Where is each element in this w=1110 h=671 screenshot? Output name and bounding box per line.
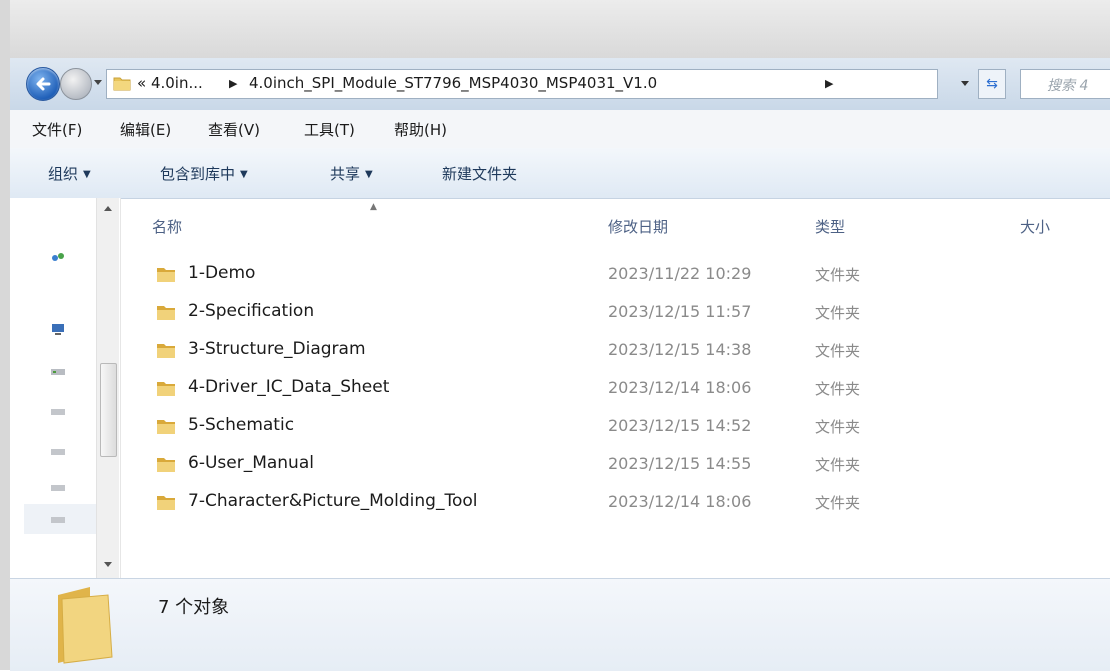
- column-header: ▲ 名称 修改日期 类型 大小: [120, 198, 1110, 250]
- arrow-left-icon: [36, 77, 51, 91]
- file-name: 6-User_Manual: [188, 453, 314, 473]
- folder-icon: [157, 382, 175, 396]
- item-count: 7 个对象: [158, 597, 230, 618]
- breadcrumb-current[interactable]: 4.0inch_SPI_Module_ST7796_MSP4030_MSP403…: [249, 74, 657, 92]
- include-in-library-button[interactable]: 包含到库中 ▼: [160, 163, 248, 184]
- file-modified-date: 2023/12/15 14:55: [608, 454, 752, 473]
- address-history-dropdown[interactable]: [956, 72, 974, 94]
- breadcrumb-parent[interactable]: « 4.0in...: [137, 74, 203, 92]
- chevron-down-icon: ▼: [240, 169, 248, 180]
- drive-icon[interactable]: [50, 444, 66, 458]
- window-left-border: [0, 0, 10, 670]
- file-row[interactable]: 3-Structure_Diagram 2023/12/15 14:38 文件夹: [120, 331, 1110, 369]
- computer-icon[interactable]: [50, 322, 66, 336]
- large-folder-icon: [58, 587, 113, 664]
- homegroup-icon[interactable]: [50, 250, 66, 264]
- drive-icon[interactable]: [50, 404, 66, 418]
- breadcrumb-separator-icon[interactable]: ▶: [229, 77, 237, 90]
- menu-view[interactable]: 查看(V): [208, 119, 260, 140]
- drive-icon[interactable]: [50, 364, 66, 378]
- file-modified-date: 2023/12/15 14:38: [608, 340, 752, 359]
- search-input[interactable]: 搜索 4: [1020, 69, 1110, 99]
- new-folder-button[interactable]: 新建文件夹: [442, 163, 517, 184]
- file-name: 2-Specification: [188, 301, 315, 321]
- folder-icon: [113, 77, 131, 91]
- folder-icon: [157, 344, 175, 358]
- file-modified-date: 2023/12/14 18:06: [608, 492, 752, 511]
- file-type: 文件夹: [815, 304, 861, 322]
- file-name: 5-Schematic: [188, 415, 295, 435]
- breadcrumb-separator-icon[interactable]: ▶: [825, 77, 833, 90]
- file-row[interactable]: 7-Character&Picture_Molding_Tool 2023/12…: [120, 483, 1110, 521]
- scroll-down-icon[interactable]: [104, 562, 112, 567]
- column-name[interactable]: 名称: [152, 216, 182, 237]
- column-type[interactable]: 类型: [815, 216, 845, 237]
- file-name: 7-Character&Picture_Molding_Tool: [188, 491, 478, 511]
- file-type: 文件夹: [815, 456, 861, 474]
- file-row[interactable]: 4-Driver_IC_Data_Sheet 2023/12/14 18:06 …: [120, 369, 1110, 407]
- chevron-down-icon: ▼: [83, 169, 91, 180]
- file-modified-date: 2023/12/14 18:06: [608, 378, 752, 397]
- folder-icon: [157, 458, 175, 472]
- file-modified-date: 2023/12/15 14:52: [608, 416, 752, 435]
- file-name: 4-Driver_IC_Data_Sheet: [188, 377, 390, 397]
- folder-icon: [157, 306, 175, 320]
- chevron-down-icon: ▼: [365, 169, 373, 180]
- scroll-up-icon[interactable]: [104, 206, 112, 211]
- file-row[interactable]: 6-User_Manual 2023/12/15 14:55 文件夹: [120, 445, 1110, 483]
- file-modified-date: 2023/11/22 10:29: [608, 264, 752, 283]
- file-name: 3-Structure_Diagram: [188, 339, 366, 359]
- window-top-border: [0, 0, 1110, 58]
- refresh-icon: ⇆: [986, 76, 998, 92]
- address-box[interactable]: « 4.0in... ▶ 4.0inch_SPI_Module_ST7796_M…: [106, 69, 938, 99]
- file-type: 文件夹: [815, 342, 861, 360]
- file-type: 文件夹: [815, 266, 861, 284]
- forward-button[interactable]: [60, 68, 92, 100]
- command-bar: 组织 ▼ 包含到库中 ▼ 共享 ▼ 新建文件夹: [10, 148, 1110, 199]
- nav-scrollbar[interactable]: [96, 198, 119, 578]
- scroll-thumb[interactable]: [100, 363, 117, 457]
- folder-icon: [157, 268, 175, 282]
- menu-bar: 文件(F) 编辑(E) 查看(V) 工具(T) 帮助(H): [10, 110, 1110, 149]
- navigation-pane: [10, 198, 121, 578]
- drive-icon[interactable]: [50, 480, 66, 494]
- file-row[interactable]: 1-Demo 2023/11/22 10:29 文件夹: [120, 255, 1110, 293]
- file-type: 文件夹: [815, 494, 861, 512]
- menu-help[interactable]: 帮助(H): [394, 119, 447, 140]
- search-placeholder: 搜索 4: [1047, 78, 1089, 94]
- sort-caret-icon: ▲: [370, 202, 377, 212]
- back-button[interactable]: [26, 67, 60, 101]
- recent-pages-dropdown[interactable]: [94, 80, 102, 85]
- menu-file[interactable]: 文件(F): [32, 119, 82, 140]
- details-pane: 7 个对象: [10, 578, 1110, 671]
- folder-icon: [157, 420, 175, 434]
- share-button[interactable]: 共享 ▼: [330, 163, 373, 184]
- column-size[interactable]: 大小: [1020, 216, 1050, 237]
- address-bar-row: « 4.0in... ▶ 4.0inch_SPI_Module_ST7796_M…: [10, 58, 1110, 111]
- menu-edit[interactable]: 编辑(E): [120, 119, 171, 140]
- refresh-button[interactable]: ⇆: [978, 69, 1006, 99]
- file-type: 文件夹: [815, 380, 861, 398]
- file-row[interactable]: 2-Specification 2023/12/15 11:57 文件夹: [120, 293, 1110, 331]
- file-name: 1-Demo: [188, 263, 256, 283]
- organize-button[interactable]: 组织 ▼: [48, 163, 91, 184]
- menu-tools[interactable]: 工具(T): [304, 119, 355, 140]
- drive-icon[interactable]: [50, 512, 66, 526]
- file-type: 文件夹: [815, 418, 861, 436]
- column-modified[interactable]: 修改日期: [608, 216, 668, 237]
- file-modified-date: 2023/12/15 11:57: [608, 302, 752, 321]
- file-row[interactable]: 5-Schematic 2023/12/15 14:52 文件夹: [120, 407, 1110, 445]
- folder-icon: [157, 496, 175, 510]
